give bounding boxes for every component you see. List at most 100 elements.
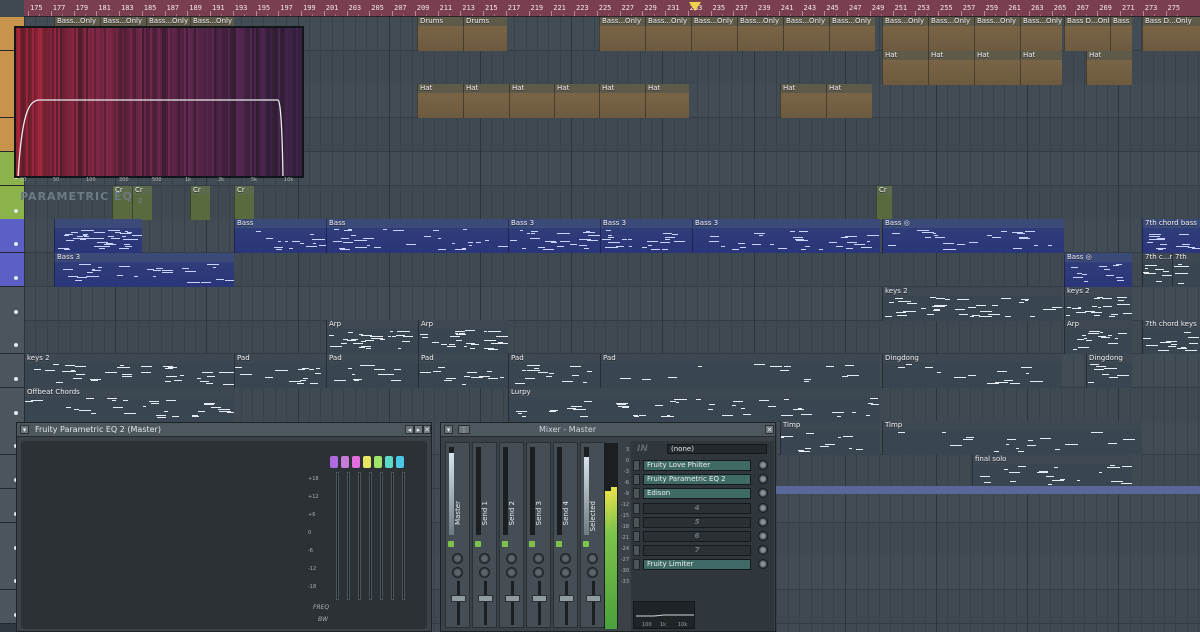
pan-knob[interactable] bbox=[587, 553, 598, 564]
track-header[interactable] bbox=[0, 286, 24, 321]
playlist-clip[interactable]: Bass D...Only bbox=[1064, 17, 1110, 51]
eq-band-button[interactable] bbox=[374, 456, 382, 468]
playlist-clip[interactable]: Bass...Only bbox=[974, 17, 1020, 51]
timeline-ruler[interactable]: 175 177 179 181 183 185 187 189 191 193 195 197 199 2… bbox=[24, 0, 1200, 17]
mixer-strip[interactable]: Selected bbox=[580, 442, 605, 628]
playlist-clip[interactable]: Bass...Only bbox=[1020, 17, 1062, 51]
close-icon[interactable]: ✕ bbox=[423, 425, 431, 434]
strip-enable-icon[interactable] bbox=[556, 541, 562, 547]
slot-menu-icon[interactable] bbox=[633, 474, 640, 486]
playlist-clip[interactable]: 7th bbox=[1172, 252, 1200, 287]
strip-enable-icon[interactable] bbox=[448, 541, 454, 547]
track-header[interactable] bbox=[0, 387, 24, 422]
slot-menu-icon[interactable] bbox=[633, 545, 640, 557]
mixer-strip[interactable]: Send 3 bbox=[526, 442, 551, 628]
playlist-clip[interactable]: Cr bbox=[234, 185, 254, 220]
fx-slot[interactable]: Fruity Limiter bbox=[643, 559, 751, 571]
eq-band-button[interactable] bbox=[330, 456, 338, 468]
slot-menu-icon[interactable] bbox=[633, 531, 640, 542]
eq-band-button[interactable] bbox=[385, 456, 393, 468]
playlist-clip[interactable]: Pad bbox=[326, 354, 418, 388]
playlist-clip[interactable]: Pad bbox=[508, 354, 600, 388]
mixer-strip[interactable]: Master bbox=[445, 442, 470, 628]
playlist-clip[interactable]: Dingdong bbox=[882, 354, 1062, 388]
strip-enable-icon[interactable] bbox=[502, 541, 508, 547]
fx-slot[interactable]: Edison bbox=[643, 488, 751, 500]
volume-fader[interactable] bbox=[559, 595, 574, 602]
slot-menu-icon[interactable] bbox=[633, 488, 640, 500]
playlist-clip[interactable]: 7th chord bass bbox=[1142, 219, 1200, 254]
playlist-clip[interactable]: Offbeat Chords bbox=[24, 387, 234, 422]
playlist-clip[interactable]: Cr bbox=[876, 185, 892, 220]
mixer-strip[interactable]: Send 2 bbox=[499, 442, 524, 628]
fx-slot[interactable]: 5 bbox=[643, 516, 751, 528]
playlist-clip[interactable]: Hat bbox=[599, 84, 645, 119]
playlist-clip[interactable]: Hat bbox=[780, 84, 826, 119]
volume-fader[interactable] bbox=[478, 595, 493, 602]
slot-mix-knob[interactable] bbox=[758, 502, 768, 513]
next-preset-icon[interactable]: ▸ bbox=[414, 425, 423, 434]
playlist-clip[interactable]: Drums bbox=[417, 17, 463, 51]
playlist-clip[interactable]: Hat bbox=[928, 50, 974, 85]
playlist-clip[interactable]: Hat bbox=[1020, 50, 1062, 85]
playlist-clip[interactable]: Bass 3 bbox=[600, 219, 692, 254]
playlist-clip[interactable]: Pad bbox=[600, 354, 880, 388]
mixer-eq-preview[interactable]: 100 1k 10k bbox=[633, 601, 695, 629]
pan-knob[interactable] bbox=[506, 553, 517, 564]
volume-fader[interactable] bbox=[586, 595, 601, 602]
playlist-clip[interactable]: Timp bbox=[882, 421, 1142, 456]
slot-mix-knob[interactable] bbox=[758, 488, 768, 499]
strip-enable-icon[interactable] bbox=[583, 541, 589, 547]
eq-band-fader[interactable] bbox=[369, 472, 372, 600]
pan-knob[interactable] bbox=[452, 553, 463, 564]
close-icon[interactable]: ✕ bbox=[765, 425, 774, 434]
slot-mix-knob[interactable] bbox=[758, 545, 768, 556]
pan-knob[interactable] bbox=[533, 553, 544, 564]
mixer-strip[interactable]: Send 4 bbox=[553, 442, 578, 628]
playlist-clip[interactable]: Drums bbox=[463, 17, 507, 51]
playlist-clip[interactable]: Arp bbox=[418, 320, 508, 355]
track-header[interactable] bbox=[0, 252, 24, 287]
playlist-clip[interactable]: Bass 3 bbox=[508, 219, 600, 254]
track-lane[interactable] bbox=[24, 320, 1200, 355]
playlist-clip[interactable]: Bass D...Only bbox=[1142, 17, 1200, 51]
playlist-clip[interactable]: Timp bbox=[780, 421, 880, 456]
track-mute-icon[interactable] bbox=[14, 410, 18, 415]
playlist-clip[interactable]: Hat bbox=[1086, 50, 1132, 85]
playlist-clip[interactable]: Bass...Only bbox=[783, 17, 829, 51]
track-mute-icon[interactable] bbox=[14, 242, 18, 247]
playlist-clip[interactable]: Bass...Only bbox=[829, 17, 875, 51]
view-icon[interactable]: ⋮ bbox=[458, 425, 470, 434]
playlist-clip[interactable]: Hat bbox=[826, 84, 872, 119]
playlist-clip[interactable]: Bass...Only bbox=[737, 17, 783, 51]
eq-band-button[interactable] bbox=[396, 456, 404, 468]
playlist-clip[interactable]: Hat bbox=[974, 50, 1020, 85]
playlist-clip[interactable]: Cr bbox=[190, 185, 210, 220]
playlist-clip[interactable]: Bass 3 bbox=[54, 252, 234, 287]
prev-preset-icon[interactable]: ◂ bbox=[405, 425, 414, 434]
playlist-clip[interactable]: keys 2 bbox=[882, 286, 1062, 321]
playlist-clip[interactable]: Bass 3 bbox=[692, 219, 880, 254]
stereo-knob[interactable] bbox=[587, 567, 598, 578]
slot-menu-icon[interactable] bbox=[633, 502, 640, 514]
slot-mix-knob[interactable] bbox=[758, 559, 768, 570]
slot-menu-icon[interactable] bbox=[633, 516, 640, 528]
playlist-clip[interactable]: Hat bbox=[645, 84, 689, 119]
slot-mix-knob[interactable] bbox=[758, 516, 768, 527]
stereo-knob[interactable] bbox=[452, 567, 463, 578]
playlist-clip[interactable]: Arp bbox=[1064, 320, 1132, 355]
playlist-clip[interactable]: Bass...Only bbox=[928, 17, 974, 51]
track-mute-icon[interactable] bbox=[14, 275, 18, 280]
track-header[interactable] bbox=[0, 354, 24, 388]
fx-slot[interactable]: 4 bbox=[643, 502, 751, 514]
eq-band-fader[interactable] bbox=[380, 472, 383, 600]
eq-band-fader[interactable] bbox=[347, 472, 350, 600]
playlist-clip[interactable]: keys 2 bbox=[24, 354, 234, 388]
playlist-clip[interactable]: Arp bbox=[326, 320, 418, 355]
menu-arrow-icon[interactable]: ▾ bbox=[444, 425, 453, 434]
fx-slot[interactable]: 6 bbox=[643, 531, 751, 542]
slot-mix-knob[interactable] bbox=[758, 474, 768, 485]
playlist-clip[interactable]: Hat bbox=[554, 84, 600, 119]
stereo-knob[interactable] bbox=[533, 567, 544, 578]
stereo-knob[interactable] bbox=[560, 567, 571, 578]
